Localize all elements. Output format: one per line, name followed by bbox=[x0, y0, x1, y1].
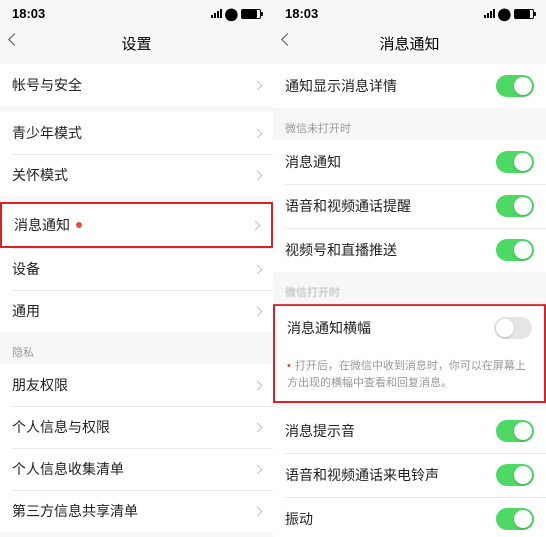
status-bar: 18:03 ⬤ bbox=[0, 0, 273, 25]
page-title: 消息通知 bbox=[379, 33, 439, 54]
cell-account-security[interactable]: 帐号与安全 bbox=[0, 64, 273, 106]
status-time: 18:03 bbox=[285, 6, 318, 21]
chevron-right-icon bbox=[253, 422, 263, 432]
cell-label: 消息提示音 bbox=[285, 421, 355, 441]
status-indicators: ⬤ bbox=[211, 7, 261, 21]
cell-general[interactable]: 通用 bbox=[0, 290, 273, 332]
cell-label: 通知显示消息详情 bbox=[285, 76, 397, 96]
cell-banner[interactable]: 消息通知横幅 bbox=[275, 306, 544, 350]
status-time: 18:03 bbox=[12, 6, 45, 21]
cell-label: 振动 bbox=[285, 509, 313, 529]
cell-label: 第三方信息共享清单 bbox=[12, 501, 138, 521]
section-privacy: 隐私 bbox=[0, 338, 273, 364]
signal-icon bbox=[211, 9, 222, 18]
cell-label: 消息通知横幅 bbox=[287, 318, 371, 338]
cell-label: 青少年模式 bbox=[12, 123, 82, 143]
notifications-screen: 18:03 ⬤ 消息通知 通知显示消息详情 微信未打开时 消息通知 bbox=[273, 0, 546, 537]
battery-icon bbox=[241, 9, 261, 19]
chevron-right-icon bbox=[253, 506, 263, 516]
cell-label: 语音和视频通话提醒 bbox=[285, 196, 411, 216]
toggle-voice-video[interactable] bbox=[496, 195, 534, 217]
battery-icon bbox=[514, 9, 534, 19]
cell-third-party[interactable]: 第三方信息共享清单 bbox=[0, 490, 273, 532]
cell-msg-sound[interactable]: 消息提示音 bbox=[273, 409, 546, 453]
back-button[interactable] bbox=[10, 31, 19, 49]
toggle-vibrate[interactable] bbox=[496, 508, 534, 530]
toggle-voice-ring[interactable] bbox=[496, 464, 534, 486]
chevron-right-icon bbox=[253, 380, 263, 390]
cell-show-detail[interactable]: 通知显示消息详情 bbox=[273, 64, 546, 108]
tip-text: 打开后，在微信中收到消息时，你可以在屏幕上方出现的横幅中查看和回复消息。 bbox=[287, 360, 526, 389]
cell-label: 设备 bbox=[12, 259, 40, 279]
nav-bar: 消息通知 bbox=[273, 25, 546, 64]
cell-label: 关怀模式 bbox=[12, 165, 68, 185]
nav-bar: 设置 bbox=[0, 25, 273, 64]
banner-tip: •打开后，在微信中收到消息时，你可以在屏幕上方出现的横幅中查看和回复消息。 bbox=[275, 350, 544, 401]
settings-screen: 18:03 ⬤ 设置 帐号与安全 青少年模式 关怀模式 bbox=[0, 0, 273, 537]
cell-voice-ring[interactable]: 语音和视频通话来电铃声 bbox=[273, 453, 546, 497]
chevron-right-icon bbox=[253, 128, 263, 138]
toggle-banner[interactable] bbox=[494, 317, 532, 339]
chevron-right-icon bbox=[253, 264, 263, 274]
cell-label: 视频号和直播推送 bbox=[285, 240, 397, 260]
toggle-msg-notify[interactable] bbox=[496, 151, 534, 173]
cell-teen-mode[interactable]: 青少年模式 bbox=[0, 112, 273, 154]
cell-voice-video-remind[interactable]: 语音和视频通话提醒 bbox=[273, 184, 546, 228]
cell-label: 个人信息收集清单 bbox=[12, 459, 124, 479]
toggle-channels[interactable] bbox=[496, 239, 534, 261]
signal-icon bbox=[484, 9, 495, 18]
chevron-right-icon bbox=[253, 306, 263, 316]
back-button[interactable] bbox=[283, 31, 292, 49]
cell-msg-notify[interactable]: 消息通知 bbox=[273, 140, 546, 184]
cell-channels-push[interactable]: 视频号和直播推送 bbox=[273, 228, 546, 272]
toggle-msg-sound[interactable] bbox=[496, 420, 534, 442]
cell-personal-permission[interactable]: 个人信息与权限 bbox=[0, 406, 273, 448]
cell-label: 帐号与安全 bbox=[12, 75, 82, 95]
cell-label: 语音和视频通话来电铃声 bbox=[285, 465, 439, 485]
cell-vibrate[interactable]: 振动 bbox=[273, 497, 546, 537]
section-wechat-open: 微信打开时 bbox=[273, 278, 546, 304]
bullet-icon: • bbox=[287, 360, 291, 372]
status-bar: 18:03 ⬤ bbox=[273, 0, 546, 25]
wifi-icon: ⬤ bbox=[225, 7, 238, 21]
cell-label: 朋友权限 bbox=[12, 375, 68, 395]
toggle-show-detail[interactable] bbox=[496, 75, 534, 97]
chevron-right-icon bbox=[253, 464, 263, 474]
cell-friends-permission[interactable]: 朋友权限 bbox=[0, 364, 273, 406]
chevron-left-icon bbox=[281, 33, 294, 46]
chevron-left-icon bbox=[8, 33, 21, 46]
wifi-icon: ⬤ bbox=[498, 7, 511, 21]
chevron-right-icon bbox=[253, 170, 263, 180]
cell-label: 消息通知 bbox=[285, 152, 341, 172]
cell-label: 通用 bbox=[12, 301, 40, 321]
page-title: 设置 bbox=[121, 33, 151, 54]
cell-care-mode[interactable]: 关怀模式 bbox=[0, 154, 273, 196]
status-indicators: ⬤ bbox=[484, 7, 534, 21]
chevron-right-icon bbox=[251, 220, 261, 230]
cell-label: 消息通知 bbox=[14, 215, 70, 235]
red-dot-icon bbox=[76, 222, 82, 228]
section-wechat-closed: 微信未打开时 bbox=[273, 114, 546, 140]
chevron-right-icon bbox=[253, 80, 263, 90]
cell-label: 个人信息与权限 bbox=[12, 417, 110, 437]
cell-personal-collect[interactable]: 个人信息收集清单 bbox=[0, 448, 273, 490]
cell-message-notification[interactable]: 消息通知 bbox=[0, 202, 273, 248]
cell-device[interactable]: 设备 bbox=[0, 248, 273, 290]
